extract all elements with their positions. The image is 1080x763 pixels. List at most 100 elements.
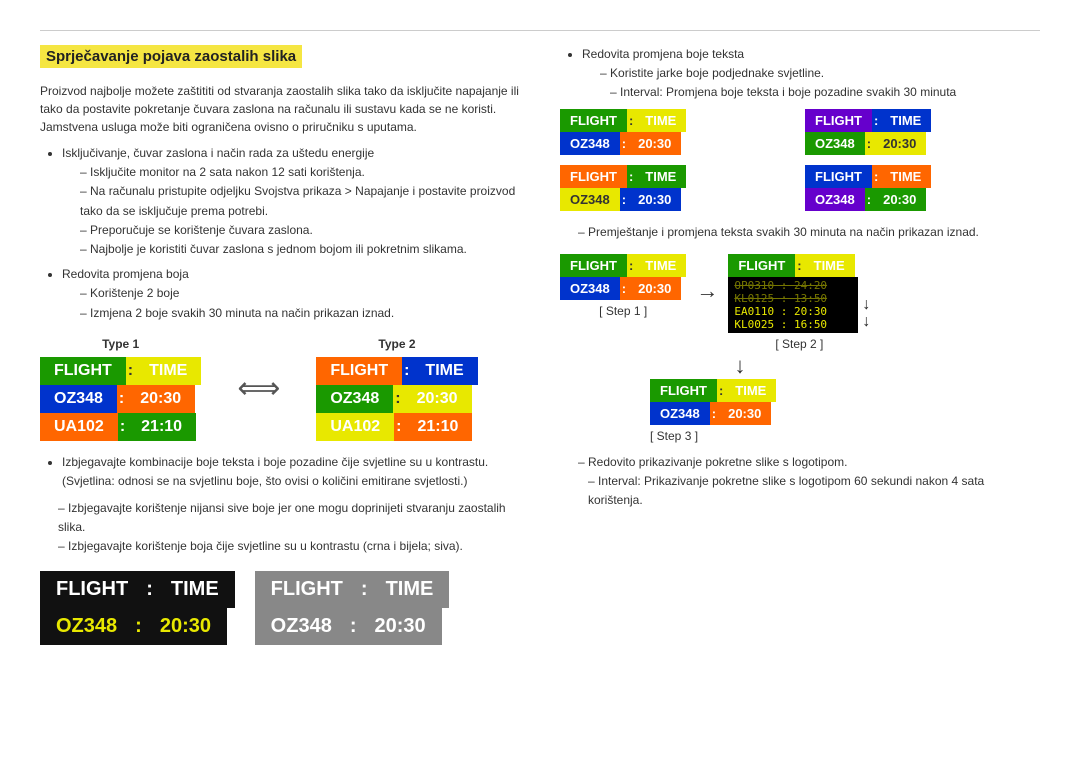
- type1-flight-cell: FLIGHT: [40, 357, 126, 385]
- type2-board: FLIGHT : TIME OZ348 : 20:30 UA102 : 21:1…: [316, 357, 477, 441]
- rb1-header: FLIGHT : TIME: [560, 109, 795, 132]
- top-rule: [40, 30, 1040, 31]
- rb1-oz: OZ348: [560, 132, 620, 155]
- right-board-4: FLIGHT : TIME OZ348 : 20:30: [805, 165, 1040, 211]
- lb-gray-data: OZ348 : 20:30: [255, 608, 450, 645]
- right-dash-2: Premještanje i promjena teksta svakih 30…: [578, 223, 1040, 242]
- type2-colon2: :: [393, 385, 402, 413]
- right-dash-list-3: Redovito prikazivanje pokretne slike s l…: [560, 453, 1040, 511]
- type1-header-row: FLIGHT : TIME: [40, 357, 201, 385]
- dash-list-3: Izbjegavajte korištenje nijansi sive boj…: [40, 499, 530, 557]
- lb-black-colon1: :: [144, 571, 155, 608]
- dash-item-1-2: Na računalu pristupite odjeljku Svojstva…: [80, 182, 530, 220]
- dash-item-1-4: Najbolje je koristiti čuvar zaslona s je…: [80, 240, 530, 259]
- type2-label: Type 2: [378, 337, 415, 351]
- rb1-data: OZ348 : 20:30: [560, 132, 795, 155]
- step2-scroll-board: FLIGHT : TIME OP0310 : 24:20 KL0125 : 13…: [728, 254, 858, 333]
- dash-list-1: Isključite monitor na 2 sata nakon 12 sa…: [62, 163, 530, 259]
- rb3-data: OZ348 : 20:30: [560, 188, 795, 211]
- rb2-colon1: :: [872, 109, 880, 132]
- s1-2030: 20:30: [628, 277, 681, 300]
- lb-gray-flight: FLIGHT: [255, 571, 359, 608]
- rb2-2030: 20:30: [873, 132, 926, 155]
- rb3-2030: 20:30: [628, 188, 681, 211]
- left-column: Sprječavanje pojava zaostalih slika Proi…: [40, 45, 530, 645]
- type1-time-cell: TIME: [135, 357, 201, 385]
- step1-label: [ Step 1 ]: [599, 304, 647, 318]
- large-board-black: FLIGHT : TIME OZ348 : 20:30: [40, 571, 235, 645]
- lb-gray-header: FLIGHT : TIME: [255, 571, 450, 608]
- type1-2030-cell: 20:30: [126, 385, 195, 413]
- step3-label: [ Step 3 ]: [650, 429, 698, 443]
- scroll-line-3: EA0110 : 20:30: [734, 305, 852, 318]
- rb1-flight: FLIGHT: [560, 109, 627, 132]
- type1-colon1: :: [126, 357, 135, 385]
- lb-black-2030: 20:30: [144, 608, 227, 645]
- down-arrow-1: ↓: [862, 296, 870, 314]
- lb-black-flight: FLIGHT: [40, 571, 144, 608]
- step1-block: FLIGHT : TIME OZ348 : 20:30 [ Step 1 ]: [560, 254, 686, 318]
- rb2-header: FLIGHT : TIME: [805, 109, 1040, 132]
- right-board-2: FLIGHT : TIME OZ348 : 20:30: [805, 109, 1040, 155]
- right-dash-list-2: Premještanje i promjena teksta svakih 30…: [560, 223, 1040, 242]
- s3-data: OZ348 : 20:30: [650, 402, 776, 425]
- bottom-boards: FLIGHT : TIME OZ348 : 20:30 FLIGHT : TIM…: [40, 571, 530, 645]
- type1-colon3: :: [118, 413, 127, 441]
- lb-black-header: FLIGHT : TIME: [40, 571, 235, 608]
- s3-2030: 20:30: [718, 402, 771, 425]
- rb4-2030: 20:30: [873, 188, 926, 211]
- step2-label: [ Step 2 ]: [775, 337, 823, 351]
- lb-black-oz: OZ348: [40, 608, 133, 645]
- right-boards-grid: FLIGHT : TIME OZ348 : 20:30 FLIGHT : TIM…: [560, 109, 1040, 211]
- lb-black-data: OZ348 : 20:30: [40, 608, 235, 645]
- s1-flight: FLIGHT: [560, 254, 627, 277]
- lb-gray-2030: 20:30: [359, 608, 442, 645]
- type2-flight-cell: FLIGHT: [316, 357, 402, 385]
- type1-row2: UA102 : 21:10: [40, 413, 201, 441]
- dash-item-3-1: Izbjegavajte korištenje nijansi sive boj…: [58, 499, 530, 537]
- type1-colon2: :: [117, 385, 126, 413]
- dash-item-3-2: Izbjegavajte korištenje boja čije svjetl…: [58, 537, 530, 556]
- rb3-time: TIME: [635, 165, 686, 188]
- rb1-colon1: :: [627, 109, 635, 132]
- rb1-time: TIME: [635, 109, 686, 132]
- large-board-gray: FLIGHT : TIME OZ348 : 20:30: [255, 571, 450, 645]
- rb2-time: TIME: [880, 109, 931, 132]
- type1-block: Type 1 FLIGHT : TIME OZ348 : 20:30 UA102: [40, 337, 201, 441]
- rb4-data: OZ348 : 20:30: [805, 188, 1040, 211]
- s3-colon2: :: [710, 402, 718, 425]
- s3-oz: OZ348: [650, 402, 710, 425]
- lb-gray-colon1: :: [359, 571, 370, 608]
- s1-time: TIME: [635, 254, 686, 277]
- lb-gray-oz: OZ348: [255, 608, 348, 645]
- right-bullet-1: Redovita promjena boje teksta Koristite …: [582, 45, 1040, 103]
- scroll-line-1: OP0310 : 24:20: [734, 279, 852, 292]
- dash-item-2-1: Korištenje 2 boje: [80, 284, 530, 303]
- type2-row2: UA102 : 21:10: [316, 413, 477, 441]
- rb4-colon2: :: [865, 188, 873, 211]
- right-bullet-list: Redovita promjena boje teksta Koristite …: [560, 45, 1040, 103]
- main-layout: Sprječavanje pojava zaostalih slika Proi…: [40, 45, 1040, 645]
- rb3-oz: OZ348: [560, 188, 620, 211]
- lb-gray-time: TIME: [370, 571, 450, 608]
- rb4-header: FLIGHT : TIME: [805, 165, 1040, 188]
- s3-time: TIME: [725, 379, 776, 402]
- rb2-data: OZ348 : 20:30: [805, 132, 1040, 155]
- step3-board: FLIGHT : TIME OZ348 : 20:30: [650, 379, 776, 425]
- right-board-3: FLIGHT : TIME OZ348 : 20:30: [560, 165, 795, 211]
- rb4-time: TIME: [880, 165, 931, 188]
- right-dash-3: Redovito prikazivanje pokretne slike s l…: [578, 453, 1040, 472]
- right-column: Redovita promjena boje teksta Koristite …: [560, 45, 1040, 645]
- rb4-flight: FLIGHT: [805, 165, 872, 188]
- type2-row1: OZ348 : 20:30: [316, 385, 477, 413]
- s2-flight: FLIGHT: [728, 254, 795, 277]
- rb1-2030: 20:30: [628, 132, 681, 155]
- step2-block: FLIGHT : TIME OP0310 : 24:20 KL0125 : 13…: [728, 254, 870, 351]
- type2-2110-cell: 21:10: [403, 413, 472, 441]
- rb2-oz: OZ348: [805, 132, 865, 155]
- section-title: Sprječavanje pojava zaostalih slika: [40, 45, 302, 68]
- double-arrows: ↓ ↓: [862, 296, 870, 331]
- rb3-colon2: :: [620, 188, 628, 211]
- step3-block: FLIGHT : TIME OZ348 : 20:30 [ Step 3 ]: [650, 379, 1040, 443]
- bullet-list-left2: Izbjegavajte kombinacije boje teksta i b…: [40, 453, 530, 491]
